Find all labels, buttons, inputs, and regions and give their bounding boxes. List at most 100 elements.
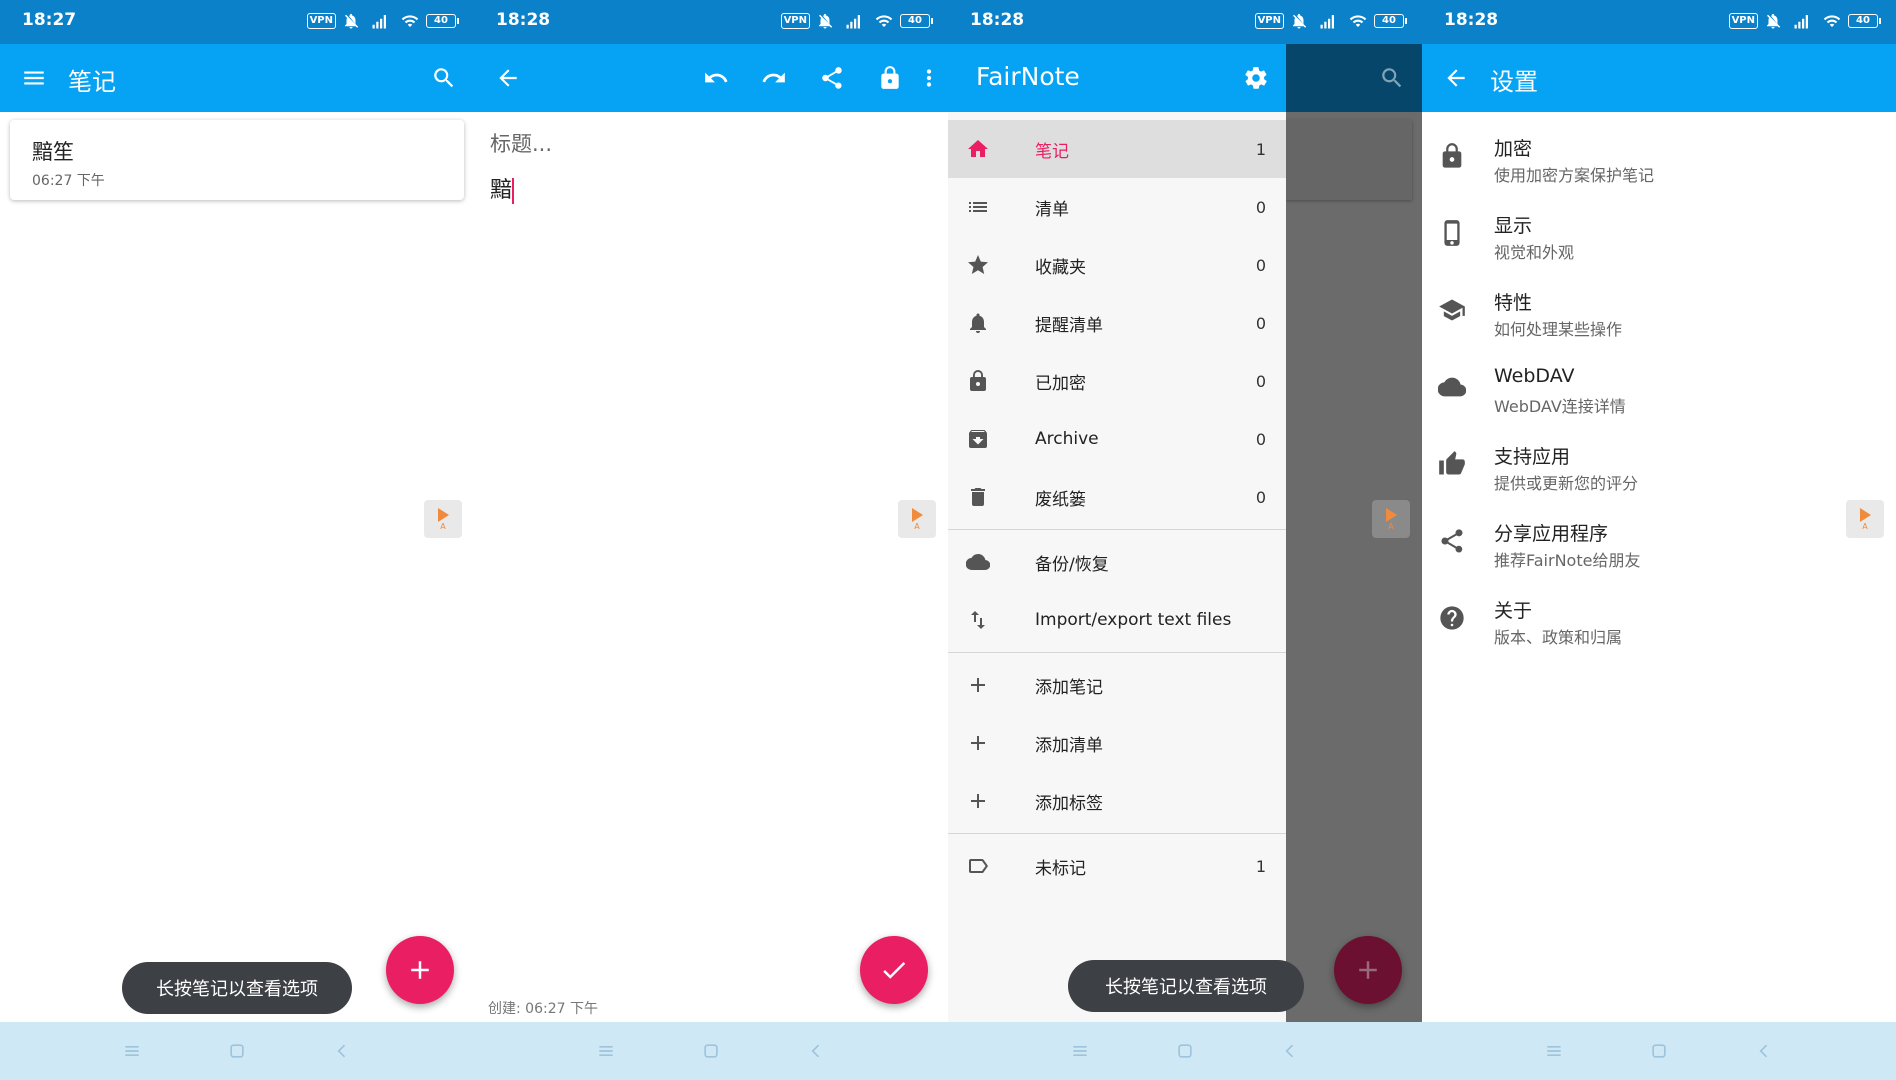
floating-side-tab[interactable]: A <box>1846 500 1884 538</box>
thumb-up-icon <box>1438 450 1468 480</box>
play-icon <box>911 507 923 522</box>
import-export-icon <box>966 608 990 632</box>
cloud-icon <box>1438 373 1468 403</box>
floating-side-tab[interactable]: A <box>898 500 936 538</box>
drawer-item-add-checklist[interactable]: 添加清单 <box>948 714 1286 772</box>
nav-menu-button[interactable] <box>120 1040 144 1062</box>
settings-item-subtitle: 使用加密方案保护笔记 <box>1494 166 1655 185</box>
settings-item-features[interactable]: 特性 如何处理某些操作 <box>1422 280 1896 344</box>
settings-item-title: WebDAV <box>1494 365 1575 387</box>
status-icons: VPN 40 <box>1254 12 1407 30</box>
drawer-item-label: Archive <box>1035 429 1099 449</box>
lock-icon[interactable] <box>870 58 910 98</box>
drawer-item-import-export[interactable]: Import/export text files <box>948 591 1286 649</box>
page-title: 笔记 <box>68 68 116 96</box>
drawer-item-label: 备份/恢复 <box>1035 554 1109 575</box>
back-arrow-icon[interactable] <box>488 58 528 98</box>
settings-item-encryption[interactable]: 加密 使用加密方案保护笔记 <box>1422 126 1896 190</box>
nav-home-button[interactable] <box>1647 1040 1671 1062</box>
wifi-icon <box>1348 12 1368 30</box>
note-time: 06:27 下午 <box>32 173 105 189</box>
wifi-icon <box>1822 12 1842 30</box>
signal-icon <box>1788 12 1816 30</box>
drawer-item-archive[interactable]: Archive 0 <box>948 410 1286 468</box>
toast-message: 长按笔记以查看选项 <box>1068 960 1304 1012</box>
drawer-item-backup[interactable]: 备份/恢复 <box>948 533 1286 591</box>
signal-icon <box>1314 12 1342 30</box>
drawer-item-count: 0 <box>1255 487 1266 507</box>
drawer-item-untagged[interactable]: 未标记 1 <box>948 837 1286 895</box>
nav-back-button[interactable] <box>804 1040 828 1062</box>
settings-item-display[interactable]: 显示 视觉和外观 <box>1422 203 1896 267</box>
school-icon <box>1438 296 1468 326</box>
nav-home-button[interactable] <box>699 1040 723 1062</box>
dimmed-note-card <box>1286 120 1412 200</box>
vpn-icon: VPN <box>1728 13 1758 29</box>
more-vert-icon[interactable] <box>914 58 944 98</box>
system-nav-bar <box>948 1022 1422 1080</box>
drawer-item-trash[interactable]: 废纸篓 0 <box>948 468 1286 526</box>
nav-back-button[interactable] <box>1752 1040 1776 1062</box>
settings-item-subtitle: 版本、政策和归属 <box>1494 628 1623 647</box>
bell-off-icon <box>1764 12 1782 30</box>
drawer-item-favorites[interactable]: 收藏夹 0 <box>948 236 1286 294</box>
save-note-fab[interactable] <box>860 936 928 1004</box>
search-icon[interactable] <box>424 58 464 98</box>
nav-back-button[interactable] <box>330 1040 354 1062</box>
divider <box>948 652 1286 653</box>
system-nav-bar <box>1422 1022 1896 1080</box>
wifi-icon <box>874 12 894 30</box>
nav-menu-button[interactable] <box>1542 1040 1566 1062</box>
nav-home-button[interactable] <box>225 1040 249 1062</box>
redo-icon[interactable] <box>754 58 794 98</box>
plus-icon <box>966 673 990 697</box>
nav-home-button[interactable] <box>1173 1040 1197 1062</box>
editor-toolbar <box>474 44 948 112</box>
menu-icon[interactable] <box>14 58 54 98</box>
bell-off-icon <box>816 12 834 30</box>
signal-icon <box>366 12 394 30</box>
play-icon <box>437 507 449 522</box>
system-nav-bar <box>474 1022 948 1080</box>
status-icons: VPN 40 <box>1728 12 1881 30</box>
drawer-item-label: 未标记 <box>1035 858 1086 879</box>
settings-item-title: 分享应用程序 <box>1494 523 1609 545</box>
divider <box>948 833 1286 834</box>
drawer-item-count: 0 <box>1255 429 1266 449</box>
status-bar: 18:28 VPN 40 <box>1422 0 1896 44</box>
note-body-input[interactable]: 黯 <box>490 172 515 204</box>
system-nav-bar <box>0 1022 474 1080</box>
drawer-item-checklists[interactable]: 清单 0 <box>948 178 1286 236</box>
floating-side-tab[interactable]: A <box>424 500 462 538</box>
drawer-item-notes[interactable]: 笔记 1 <box>948 120 1286 178</box>
add-note-fab[interactable] <box>386 936 454 1004</box>
settings-item-subtitle: 视觉和外观 <box>1494 243 1575 262</box>
nav-menu-button[interactable] <box>594 1040 618 1062</box>
status-time: 18:28 <box>1444 10 1499 30</box>
settings-item-share-app[interactable]: 分享应用程序 推荐FairNote给朋友 <box>1422 511 1896 575</box>
undo-icon[interactable] <box>696 58 736 98</box>
drawer-item-encrypted[interactable]: 已加密 0 <box>948 352 1286 410</box>
drawer-item-count: 0 <box>1255 255 1266 275</box>
drawer-item-add-tag[interactable]: 添加标签 <box>948 772 1286 830</box>
drawer-item-add-note[interactable]: 添加笔记 <box>948 656 1286 714</box>
navigation-drawer-screen: 18:28 VPN 40 A FairNote 笔记 1 清单 0 收藏夹 0 … <box>948 0 1422 1080</box>
floating-side-tab[interactable]: A <box>1372 500 1410 538</box>
share-icon[interactable] <box>812 58 852 98</box>
nav-back-button[interactable] <box>1278 1040 1302 1062</box>
drawer-item-reminders[interactable]: 提醒清单 0 <box>948 294 1286 352</box>
nav-menu-button[interactable] <box>1068 1040 1092 1062</box>
settings-item-support[interactable]: 支持应用 提供或更新您的评分 <box>1422 434 1896 498</box>
note-card[interactable]: 黯笙 06:27 下午 <box>10 120 464 200</box>
lock-icon <box>966 369 990 393</box>
drawer-item-label: 提醒清单 <box>1035 315 1103 336</box>
settings-item-webdav[interactable]: WebDAV WebDAV连接详情 <box>1422 357 1896 421</box>
back-arrow-icon[interactable] <box>1436 58 1476 98</box>
plus-icon <box>405 955 435 985</box>
drawer-item-count: 1 <box>1255 856 1266 876</box>
gear-icon[interactable] <box>1236 58 1276 98</box>
page-title: 设置 <box>1490 68 1538 96</box>
drawer-item-label: Import/export text files <box>1035 610 1232 630</box>
note-title-input[interactable]: 标题... <box>490 128 552 158</box>
settings-item-about[interactable]: 关于 版本、政策和归属 <box>1422 588 1896 652</box>
